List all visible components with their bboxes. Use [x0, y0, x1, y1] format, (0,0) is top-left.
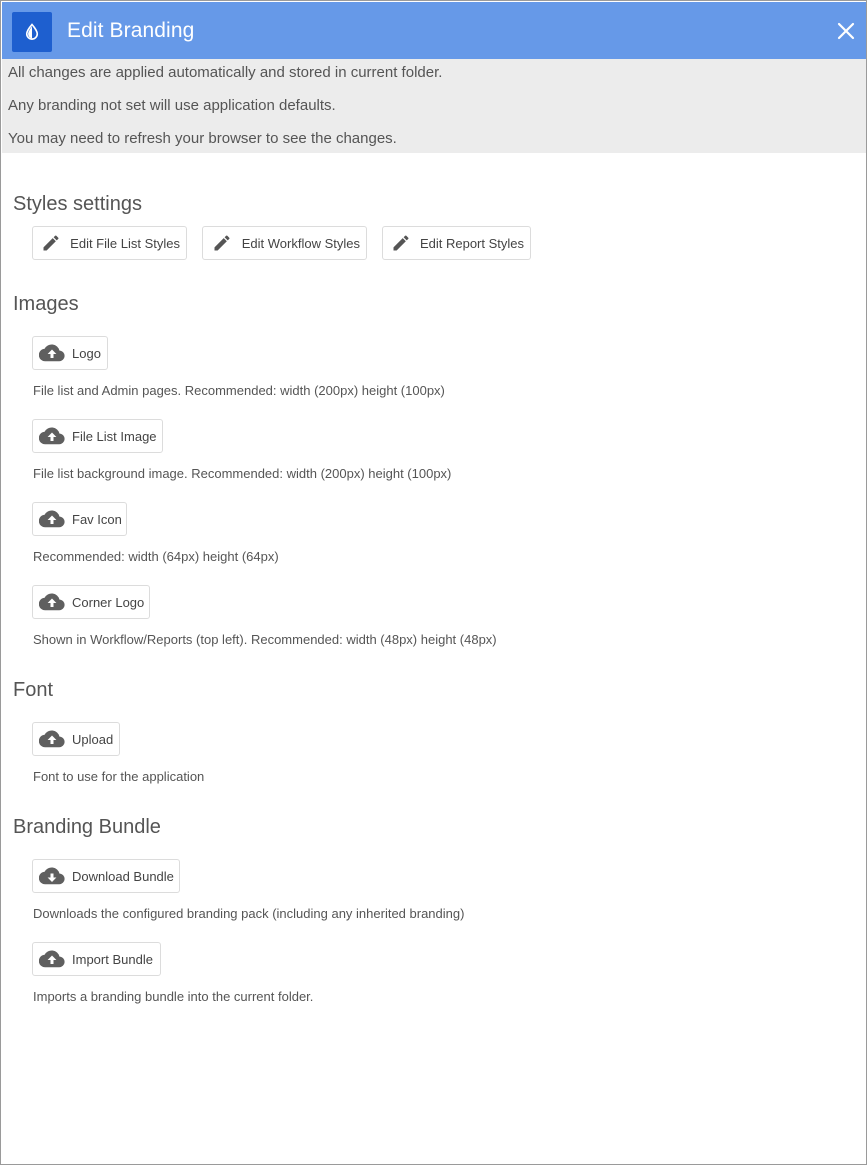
pencil-icon: [389, 233, 413, 253]
notice-line: You may need to refresh your browser to …: [8, 130, 397, 147]
download-bundle-hint: Downloads the configured branding pack (…: [33, 906, 465, 921]
upload-file-list-image-button[interactable]: File List Image: [32, 419, 163, 453]
cloud-download-icon: [39, 866, 65, 886]
cloud-upload-icon: [39, 426, 65, 446]
images-heading: Images: [13, 293, 79, 315]
styles-settings-heading: Styles settings: [13, 193, 142, 215]
branding-bundle-heading: Branding Bundle: [13, 816, 161, 838]
cloud-upload-icon: [39, 729, 65, 749]
button-label: Corner Logo: [72, 594, 145, 610]
notice-line: Any branding not set will use applicatio…: [8, 97, 336, 114]
corner-logo-hint: Shown in Workflow/Reports (top left). Re…: [33, 632, 497, 647]
button-label: Import Bundle: [72, 951, 153, 967]
info-notice: All changes are applied automatically an…: [2, 59, 866, 153]
close-icon[interactable]: [834, 19, 858, 43]
edit-workflow-styles-button[interactable]: Edit Workflow Styles: [202, 226, 367, 260]
dialog-title: Edit Branding: [67, 19, 195, 42]
upload-logo-button[interactable]: Logo: [32, 336, 108, 370]
cloud-upload-icon: [39, 509, 65, 529]
water-drop-icon: [12, 12, 52, 52]
button-label: Edit Workflow Styles: [241, 235, 360, 251]
cloud-upload-icon: [39, 343, 65, 363]
logo-hint: File list and Admin pages. Recommended: …: [33, 383, 445, 398]
button-label: File List Image: [72, 428, 157, 444]
edit-branding-dialog: Edit Branding All changes are applied au…: [0, 0, 867, 1165]
dialog-titlebar: Edit Branding: [2, 2, 866, 59]
upload-corner-logo-button[interactable]: Corner Logo: [32, 585, 150, 619]
import-bundle-hint: Imports a branding bundle into the curre…: [33, 989, 314, 1004]
upload-font-button[interactable]: Upload: [32, 722, 120, 756]
cloud-upload-icon: [39, 949, 65, 969]
button-label: Download Bundle: [72, 868, 174, 884]
upload-fav-icon-button[interactable]: Fav Icon: [32, 502, 127, 536]
button-label: Edit File List Styles: [70, 235, 180, 251]
edit-report-styles-button[interactable]: Edit Report Styles: [382, 226, 531, 260]
button-label: Edit Report Styles: [419, 235, 524, 251]
font-hint: Font to use for the application: [33, 769, 205, 784]
fav-icon-hint: Recommended: width (64px) height (64px): [33, 549, 279, 564]
cloud-upload-icon: [39, 592, 65, 612]
edit-file-list-styles-button[interactable]: Edit File List Styles: [32, 226, 187, 260]
import-bundle-button[interactable]: Import Bundle: [32, 942, 161, 976]
button-label: Fav Icon: [72, 511, 122, 527]
notice-line: All changes are applied automatically an…: [8, 64, 443, 81]
button-label: Logo: [72, 345, 101, 361]
font-heading: Font: [13, 679, 54, 701]
file-list-image-hint: File list background image. Recommended:…: [33, 466, 452, 481]
download-bundle-button[interactable]: Download Bundle: [32, 859, 180, 893]
pencil-icon: [39, 233, 63, 253]
pencil-icon: [209, 233, 235, 253]
button-label: Upload: [72, 731, 114, 747]
